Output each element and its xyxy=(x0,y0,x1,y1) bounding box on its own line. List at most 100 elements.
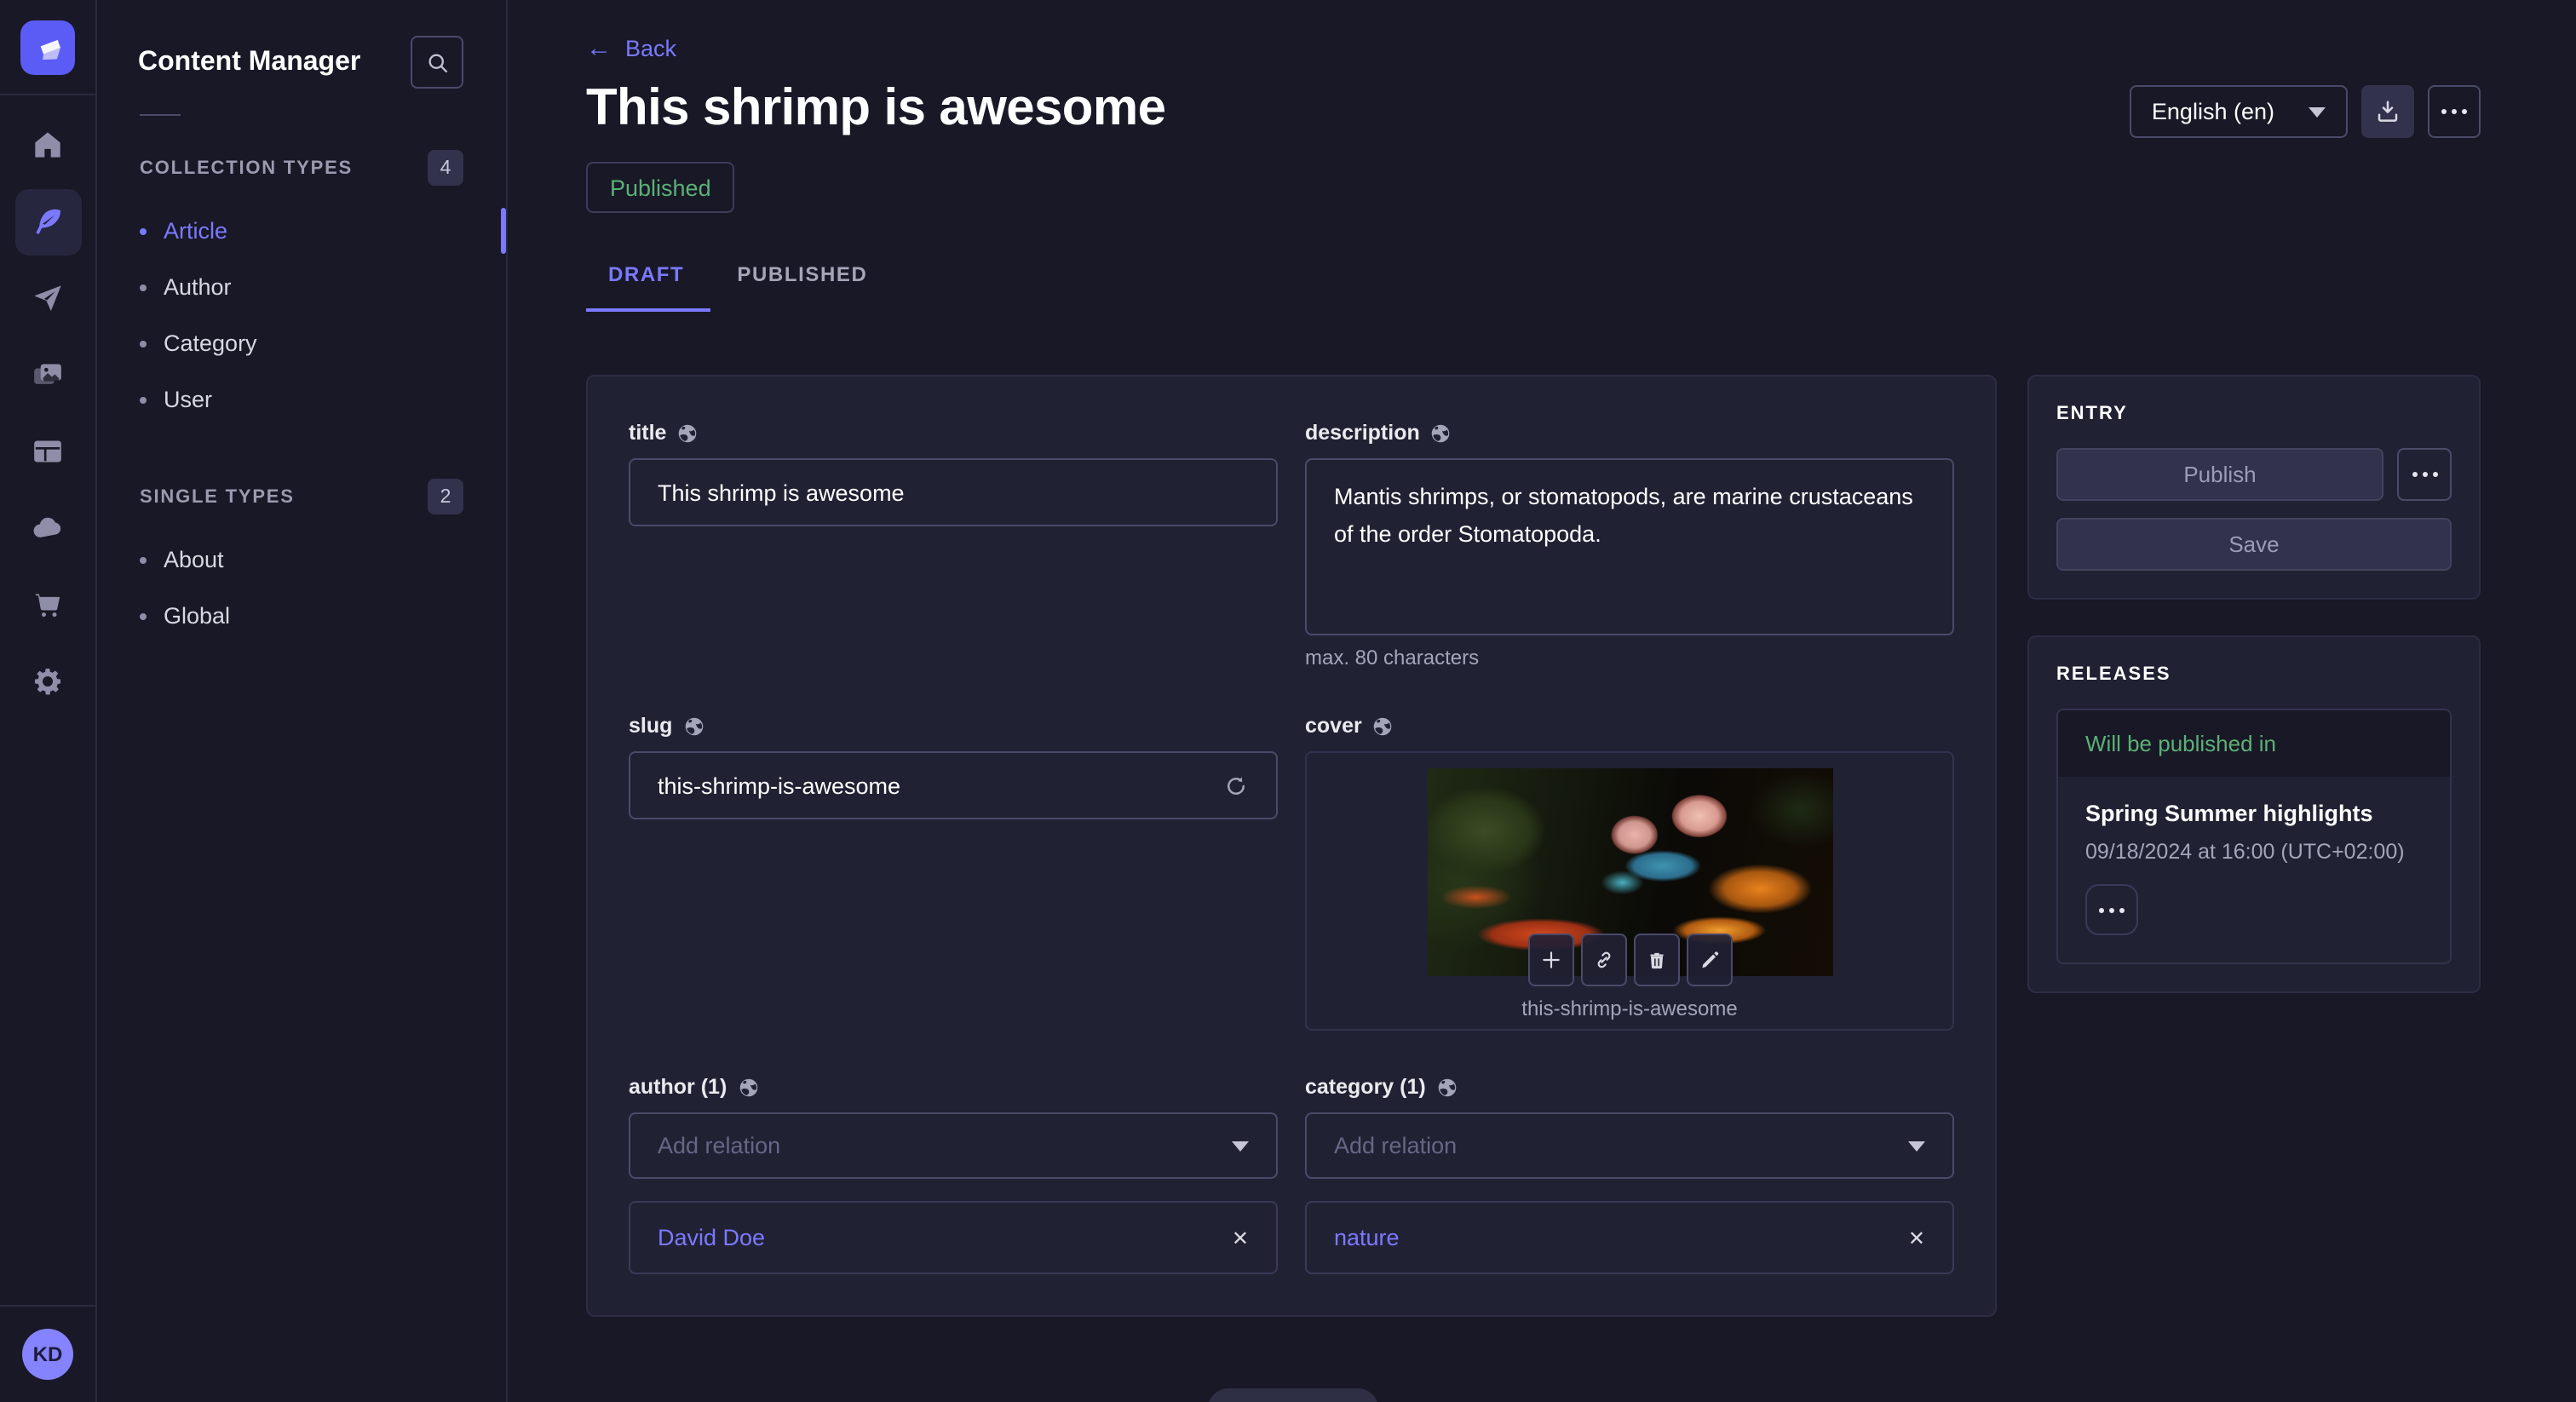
copy-link-button[interactable] xyxy=(1580,934,1626,986)
collection-type-list: Article Author Category User xyxy=(97,199,506,441)
ellipsis-icon xyxy=(2412,472,2437,477)
cover-image[interactable] xyxy=(1427,768,1832,976)
cover-field-box: this-shrimp-is-awesome xyxy=(1305,751,1954,1031)
release-more-button[interactable] xyxy=(2085,884,2138,935)
right-panel-column: ENTRY Publish Save RELEASES Will be publ… xyxy=(2027,375,2481,993)
layout-icon xyxy=(31,434,65,468)
release-date: 09/18/2024 at 16:00 (UTC+02:00) xyxy=(2085,840,2423,864)
rail-item-content-type-builder[interactable] xyxy=(0,434,95,468)
chevron-down-icon xyxy=(1908,1141,1925,1151)
sidebar-item-user[interactable]: User xyxy=(97,371,506,428)
author-relation-combobox[interactable]: Add relation xyxy=(629,1112,1278,1179)
sidebar-item-label: Author xyxy=(164,274,232,300)
header-more-button[interactable] xyxy=(2428,85,2481,138)
strapi-logo-icon[interactable] xyxy=(20,20,75,74)
tab-published[interactable]: PUBLISHED xyxy=(710,262,894,312)
globe-icon xyxy=(682,715,704,737)
sidebar-item-about[interactable]: About xyxy=(97,531,506,588)
user-avatar[interactable]: KD xyxy=(22,1329,73,1380)
sidebar-item-label: About xyxy=(164,547,224,572)
locale-label: English (en) xyxy=(2152,99,2274,124)
rail-item-deploy[interactable] xyxy=(0,281,95,315)
entry-more-button[interactable] xyxy=(2397,448,2452,501)
edit-asset-button[interactable] xyxy=(1686,934,1732,986)
globe-icon xyxy=(676,422,699,444)
sidebar-item-author[interactable]: Author xyxy=(97,259,506,315)
rail-item-marketplace[interactable] xyxy=(0,588,95,622)
status-badge: Published xyxy=(586,162,735,213)
sidebar-header: Content Manager xyxy=(97,0,506,114)
content-manager-sidebar: Content Manager COLLECTION TYPES 4 Artic… xyxy=(97,0,508,1402)
category-relation-combobox[interactable]: Add relation xyxy=(1305,1112,1954,1179)
field-category: category (1) Add relation nature ✕ xyxy=(1305,1075,1954,1274)
link-icon xyxy=(1592,949,1614,971)
slug-input[interactable]: this-shrimp-is-awesome xyxy=(629,751,1278,819)
sidebar-item-label: Global xyxy=(164,603,230,629)
field-label: slug xyxy=(629,714,672,738)
media-icon xyxy=(31,358,65,392)
globe-icon xyxy=(737,1076,759,1098)
rail-item-media-library[interactable] xyxy=(0,358,95,392)
chevron-down-icon xyxy=(1232,1141,1249,1151)
save-button[interactable]: Save xyxy=(2056,518,2452,571)
add-asset-button[interactable] xyxy=(1527,934,1573,986)
search-button[interactable] xyxy=(411,36,463,89)
rail-item-cloud[interactable] xyxy=(0,511,95,545)
field-title: title This shrimp is awesome xyxy=(629,421,1278,669)
gear-icon xyxy=(31,664,65,698)
remove-category-button[interactable]: ✕ xyxy=(1908,1227,1925,1248)
bullet-icon xyxy=(140,612,147,619)
count-badge: 4 xyxy=(428,150,463,186)
author-relation-item: David Doe ✕ xyxy=(629,1201,1278,1274)
delete-asset-button[interactable] xyxy=(1633,934,1679,986)
rail-item-settings[interactable] xyxy=(0,664,95,698)
bullet-icon xyxy=(140,556,147,563)
remove-author-button[interactable]: ✕ xyxy=(1232,1227,1249,1248)
back-label: Back xyxy=(625,36,676,61)
ellipsis-icon xyxy=(2441,109,2467,114)
slug-value: this-shrimp-is-awesome xyxy=(658,773,900,798)
section-label: COLLECTION TYPES xyxy=(140,158,353,178)
sidebar-item-global[interactable]: Global xyxy=(97,588,506,644)
tab-draft[interactable]: DRAFT xyxy=(586,262,710,312)
logo-area xyxy=(0,0,95,95)
rail-item-content[interactable] xyxy=(0,204,95,238)
rail-footer: KD xyxy=(0,1305,95,1402)
bottom-partial-button[interactable] xyxy=(1208,1388,1378,1402)
description-textarea[interactable]: Mantis shrimps, or stomatopods, are mari… xyxy=(1305,458,1954,635)
cover-image-toolbar xyxy=(1527,934,1732,986)
publish-button[interactable]: Publish xyxy=(2056,448,2383,501)
combobox-placeholder: Add relation xyxy=(1334,1133,1457,1158)
active-tile xyxy=(14,188,81,255)
title-input[interactable]: This shrimp is awesome xyxy=(629,458,1278,526)
sidebar-divider xyxy=(140,114,181,116)
regenerate-icon[interactable] xyxy=(1223,773,1249,798)
back-link[interactable]: ← Back xyxy=(586,36,676,61)
description-hint: max. 80 characters xyxy=(1305,646,1954,669)
field-slug: slug this-shrimp-is-awesome xyxy=(629,714,1278,1031)
arrow-left-icon: ← xyxy=(586,36,612,61)
sidebar-item-label: User xyxy=(164,387,212,412)
field-author: author (1) Add relation David Doe ✕ xyxy=(629,1075,1278,1274)
export-button[interactable] xyxy=(2361,85,2414,138)
release-status: Will be published in xyxy=(2058,710,2450,777)
category-relation-link[interactable]: nature xyxy=(1334,1225,1400,1250)
version-tabs: DRAFT PUBLISHED xyxy=(586,262,2481,312)
paper-plane-icon xyxy=(31,281,65,315)
entry-panel: ENTRY Publish Save xyxy=(2027,375,2481,600)
rail-icon-list xyxy=(0,128,95,698)
sidebar-item-article[interactable]: Article xyxy=(97,203,506,259)
sidebar-item-category[interactable]: Category xyxy=(97,315,506,371)
field-label: author (1) xyxy=(629,1075,727,1099)
globe-icon xyxy=(1430,422,1452,444)
title-row: This shrimp is awesome English (en) xyxy=(586,80,2481,138)
entry-heading: ENTRY xyxy=(2056,404,2452,424)
header-controls: English (en) xyxy=(2130,85,2481,138)
field-label: cover xyxy=(1305,714,1362,738)
rail-item-home[interactable] xyxy=(0,128,95,162)
bullet-icon xyxy=(140,396,147,403)
field-label: category (1) xyxy=(1305,1075,1426,1099)
author-relation-link[interactable]: David Doe xyxy=(658,1225,765,1250)
plus-icon xyxy=(1539,949,1561,971)
locale-select[interactable]: English (en) xyxy=(2130,85,2348,138)
